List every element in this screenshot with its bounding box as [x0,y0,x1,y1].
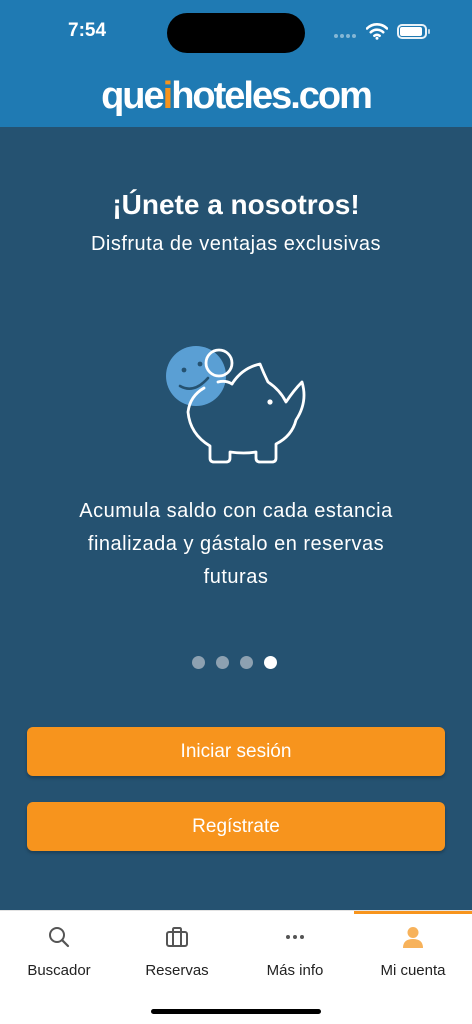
brand-logo: queihoteles.com [0,74,472,118]
onboarding-subtitle: Disfruta de ventajas exclusivas [90,233,382,255]
top-bar: 7:54 queihoteles.com [0,0,472,127]
briefcase-icon [166,927,188,947]
tab-bar: Buscador Reservas Más info Mi cuenta [0,910,472,1024]
wifi-icon [366,23,388,40]
logo-text-hoteles: hoteles.com [171,75,373,117]
more-dots-icon [286,935,304,939]
tab-mas-info[interactable]: Más info [236,911,354,991]
login-button[interactable]: Iniciar sesión [27,727,445,776]
page-dot[interactable] [216,656,229,669]
logo-text-que: que [101,75,165,117]
tab-label: Mi cuenta [380,962,446,979]
tab-label: Más info [266,962,324,979]
home-indicator [151,1009,321,1014]
cellular-signal-icon [334,34,356,38]
page-dot[interactable] [240,656,253,669]
onboarding-panel: ¡Únete a nosotros! Disfruta de ventajas … [0,127,472,910]
register-button[interactable]: Regístrate [27,802,445,851]
tab-reservas[interactable]: Reservas [118,911,236,991]
onboarding-title: ¡Únete a nosotros! [112,189,360,220]
logo-text-accent: i [162,75,173,117]
piggy-bank-coin-icon [166,346,306,464]
status-time: 7:54 [68,20,107,41]
tab-label: Reservas [145,962,209,979]
tab-buscador[interactable]: Buscador [0,911,118,991]
search-icon [49,927,70,948]
onboarding-description: Acumula saldo con cada estancia finaliza… [79,500,393,588]
dynamic-island [167,13,305,53]
user-icon [403,927,423,948]
tab-mi-cuenta[interactable]: Mi cuenta [354,911,472,991]
page-dot-active[interactable] [264,656,277,669]
page-indicator[interactable] [192,656,277,669]
page-dot[interactable] [192,656,205,669]
battery-icon [397,24,430,39]
tab-label: Buscador [27,962,91,979]
